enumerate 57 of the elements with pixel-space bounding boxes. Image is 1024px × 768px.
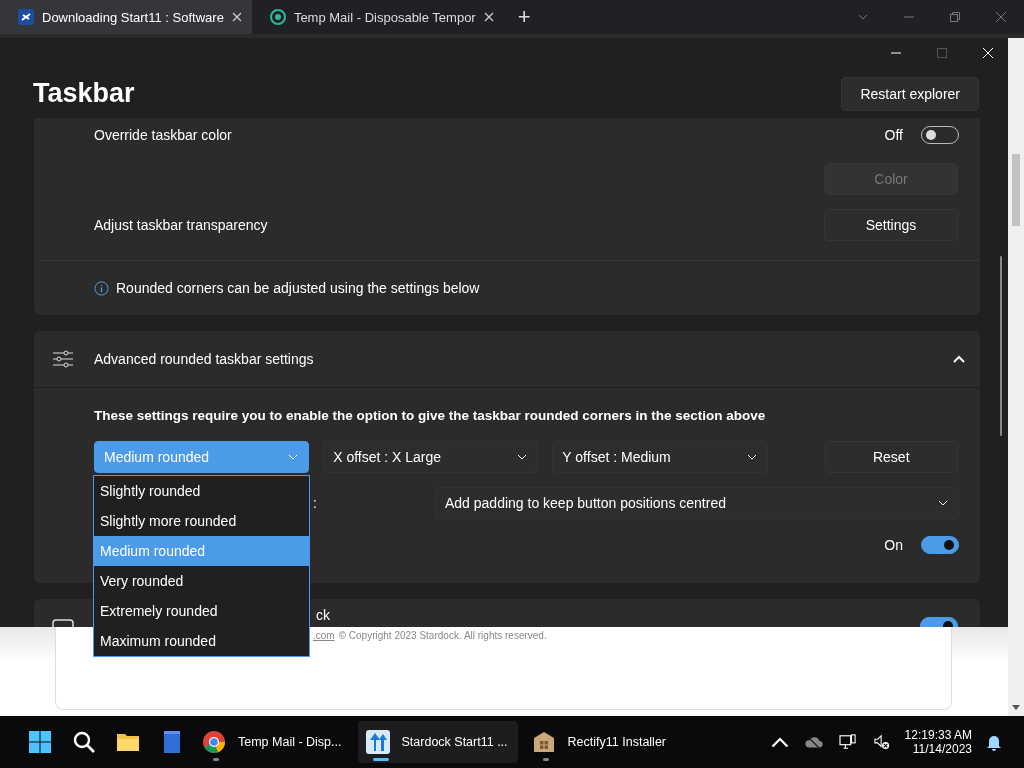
caret-icon xyxy=(288,454,299,460)
windows-logo-icon xyxy=(28,730,52,754)
setting-label: ck xyxy=(316,607,331,623)
close-icon[interactable] xyxy=(231,12,242,22)
toggle-switch[interactable] xyxy=(921,536,959,554)
toggle-state-text: On xyxy=(884,537,903,553)
toggle-state-text: Off xyxy=(884,127,903,143)
restart-explorer-button[interactable]: Restart explorer xyxy=(841,77,979,111)
favicon-icon xyxy=(269,9,286,25)
clock[interactable]: 12:19:33 AM 11/14/2023 xyxy=(904,728,972,756)
scrollbar[interactable] xyxy=(1008,38,1024,716)
dropdown[interactable]: X offset : X Large xyxy=(323,441,539,473)
arrows-icon xyxy=(365,730,390,754)
caret-icon xyxy=(938,500,948,506)
setting-label: Adjust taskbar transparency xyxy=(94,217,269,233)
menu-item[interactable]: Very rounded xyxy=(94,566,309,596)
footer-link[interactable]: .com xyxy=(313,630,335,641)
favicon-icon xyxy=(18,9,34,25)
section-title: Advanced rounded taskbar settings xyxy=(94,351,315,367)
menu-item[interactable]: Maximum rounded xyxy=(94,626,309,656)
muted-speaker-icon[interactable] xyxy=(872,734,891,750)
new-tab-button[interactable]: + xyxy=(509,4,539,30)
setting-button[interactable]: Settings xyxy=(824,209,958,241)
browser-tab[interactable]: Downloading Start11 : Software xyxy=(0,0,252,34)
copyright-text: © Copyright 2023 Stardock. All rights reserved. xyxy=(338,630,547,641)
box-icon xyxy=(531,730,556,754)
chevron-up-icon[interactable] xyxy=(952,354,966,364)
scroll-thumb[interactable] xyxy=(1012,154,1020,226)
menu-item[interactable]: Slightly more rounded xyxy=(94,506,309,536)
page-title: Taskbar xyxy=(33,77,135,109)
taskbar-app[interactable]: Temp Mail - Disp... xyxy=(194,721,352,763)
setting-label: : xyxy=(313,495,318,511)
info-text: Rounded corners can be adjusted using the settings below xyxy=(116,280,481,296)
bell-icon[interactable] xyxy=(986,733,1002,751)
close-icon[interactable] xyxy=(483,12,494,22)
menu-item[interactable]: Slightly rounded xyxy=(94,476,309,506)
caret-icon xyxy=(746,454,757,460)
restore-icon[interactable] xyxy=(949,11,961,23)
browser-tab[interactable]: Temp Mail - Disposable Tempor xyxy=(251,0,504,34)
search-icon xyxy=(72,730,96,754)
dropdown[interactable]: Add padding to keep button positions centred xyxy=(435,487,959,519)
taskbar-app[interactable]: Rectify11 Installer xyxy=(523,721,676,763)
scroll-down-icon[interactable] xyxy=(1012,705,1020,710)
dropdown[interactable]: Y offset : Medium xyxy=(552,441,768,473)
network-icon[interactable] xyxy=(838,734,857,750)
maximize-icon xyxy=(936,47,948,59)
taskbar-app[interactable]: Stardock Start11 ... xyxy=(357,721,518,763)
browser-icon xyxy=(202,730,226,754)
menu-item[interactable]: Extremely rounded xyxy=(94,596,309,626)
caret-icon xyxy=(517,454,528,460)
info-icon xyxy=(94,280,109,296)
scrollbar[interactable] xyxy=(1000,256,1002,436)
setting-label: Override taskbar color xyxy=(94,127,233,143)
sliders-icon xyxy=(52,349,74,369)
cloud-icon[interactable] xyxy=(804,734,823,750)
reset-button[interactable]: Reset xyxy=(824,441,958,473)
note-text: These settings require you to enable the option to give the taskbar rounded corners in the section above xyxy=(94,408,767,425)
